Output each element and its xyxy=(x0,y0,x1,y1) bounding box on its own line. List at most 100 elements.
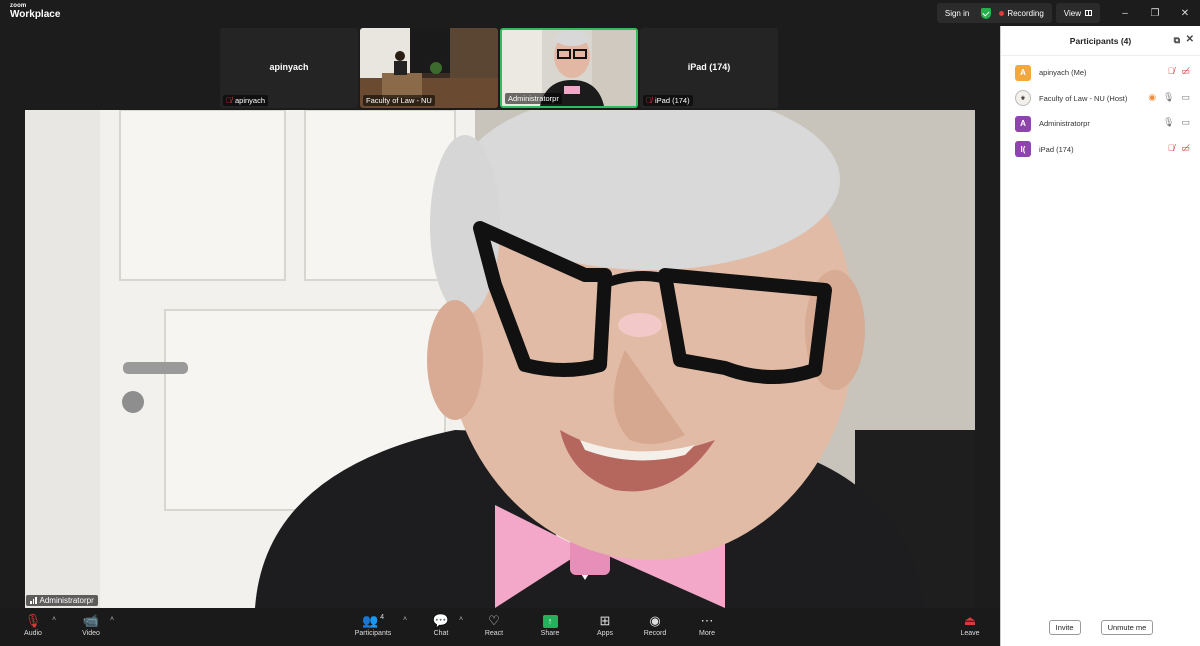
speaker-video-image xyxy=(25,110,975,608)
mic-on-icon[interactable]: 🎙 xyxy=(1163,117,1174,128)
avatar: A xyxy=(1015,64,1031,81)
more-label: More xyxy=(699,630,715,637)
participant-row[interactable]: A Administratorpr 🎙 ▭ xyxy=(1001,111,1200,137)
participant-list: A apinyach (Me) 🎙̸ ▭̸ ⚜ Faculty of Law -… xyxy=(1001,56,1200,162)
thumbnail-faculty-of-law[interactable]: Faculty of Law - NU xyxy=(360,28,498,108)
thumbnail-ipad[interactable]: iPad (174) 🎙̸ iPad (174) xyxy=(640,28,778,108)
video-on-icon[interactable]: ▭ xyxy=(1181,117,1190,128)
video-off-icon[interactable]: ▭̸ xyxy=(1181,143,1190,154)
mic-muted-icon[interactable]: 🎙̸ xyxy=(1168,143,1175,154)
participants-panel-title: Participants (4) xyxy=(1069,35,1132,46)
participants-button[interactable]: 👥 4 Participants ˄ xyxy=(348,612,407,637)
avatar: ⚜ xyxy=(1015,90,1031,107)
share-label: Share xyxy=(540,630,560,637)
chat-button[interactable]: 💬 Chat ˄ xyxy=(416,612,466,637)
participants-label: Participants xyxy=(354,630,392,637)
apps-button[interactable]: ⊞ Apps xyxy=(580,612,630,637)
audio-options-chevron-icon[interactable]: ˄ xyxy=(52,616,56,623)
participants-panel: Participants (4) ⧉ ✕ A apinyach (Me) 🎙̸ … xyxy=(1000,26,1200,646)
thumbnail-administratorpr[interactable]: Administratorpr xyxy=(500,28,638,108)
participants-options-chevron-icon[interactable]: ˄ xyxy=(403,616,407,623)
more-dots-icon: ⋯ xyxy=(700,613,714,628)
thumbnail-name: apinyach xyxy=(235,96,266,105)
participant-name: Faculty of Law - NU (Host) xyxy=(1039,93,1128,103)
participant-row[interactable]: A apinyach (Me) 🎙̸ ▭̸ xyxy=(1001,60,1200,86)
react-label: React xyxy=(484,630,504,637)
participants-panel-header: Participants (4) ⧉ ✕ xyxy=(1001,26,1200,56)
thumbnail-label: Faculty of Law - NU xyxy=(363,95,435,106)
participant-name: apinyach (Me) xyxy=(1039,68,1087,78)
participants-panel-footer: Invite Unmute me xyxy=(1001,620,1200,635)
react-button[interactable]: ♡ React xyxy=(469,612,519,637)
close-window-button[interactable]: ✕ xyxy=(1170,8,1200,19)
mic-muted-icon: 🎙̸ xyxy=(226,96,232,105)
sign-in-label: Sign in xyxy=(944,8,970,18)
avatar: A xyxy=(1015,115,1031,132)
zoom-window: zoom Workplace Sign in Recording View – … xyxy=(0,0,1200,646)
share-button[interactable]: ↑ Share xyxy=(525,612,575,637)
thumbnail-label: 🎙̸ apinyach xyxy=(223,95,269,106)
avatar: I( xyxy=(1015,141,1031,158)
leave-label: Leave xyxy=(960,630,980,637)
participant-name: Administratorpr xyxy=(1039,119,1090,129)
chat-options-chevron-icon[interactable]: ˄ xyxy=(459,616,463,623)
video-options-chevron-icon[interactable]: ˄ xyxy=(110,616,114,623)
participant-name: iPad (174) xyxy=(1039,144,1074,154)
leave-button[interactable]: ⏏ Leave xyxy=(945,612,995,637)
record-icon: ◉ xyxy=(649,613,661,628)
mic-muted-icon: 🎙 xyxy=(24,613,42,628)
view-button[interactable]: View xyxy=(1055,3,1100,23)
chat-label: Chat xyxy=(433,630,449,637)
video-button[interactable]: 📹 Video ˄ xyxy=(66,612,116,637)
thumbnail-center-name: apinyach xyxy=(269,62,309,72)
minimize-button[interactable]: – xyxy=(1110,8,1140,19)
video-off-icon[interactable]: ▭̸ xyxy=(1181,66,1190,77)
brand-bottom: Workplace xyxy=(10,9,61,20)
recording-icon: ◉ xyxy=(1148,91,1157,102)
recording-dot-icon xyxy=(999,10,1005,16)
thumbnail-center-name: iPad (174) xyxy=(687,62,731,72)
heart-icon: ♡ xyxy=(488,613,500,628)
apps-icon: ⊞ xyxy=(599,613,611,628)
invite-button[interactable]: Invite xyxy=(1048,620,1081,635)
share-arrow-icon: ↑ xyxy=(542,614,558,628)
mic-on-icon[interactable]: 🎙 xyxy=(1163,92,1174,103)
more-button[interactable]: ⋯ More xyxy=(682,612,732,637)
view-label: View xyxy=(1063,8,1081,18)
sign-in-button[interactable]: Sign in Recording xyxy=(936,3,1052,23)
thumbnail-name: Faculty of Law - NU xyxy=(366,96,432,105)
close-panel-icon[interactable]: ✕ xyxy=(1186,34,1194,45)
signal-bars-icon xyxy=(30,597,37,604)
unmute-me-button[interactable]: Unmute me xyxy=(1100,620,1154,635)
video-thumbnail-strip: apinyach 🎙̸ apinyach Faculty of Law - NU xyxy=(220,28,780,108)
restore-button[interactable]: ❐ xyxy=(1140,8,1170,19)
mic-muted-icon[interactable]: 🎙̸ xyxy=(1168,66,1175,77)
participant-row[interactable]: ⚜ Faculty of Law - NU (Host) ◉ 🎙 ▭ xyxy=(1001,86,1200,112)
active-speaker-name: Administratorpr xyxy=(39,596,94,605)
participant-row[interactable]: I( iPad (174) 🎙̸ ▭̸ xyxy=(1001,137,1200,163)
video-on-icon[interactable]: ▭ xyxy=(1181,92,1190,103)
active-speaker-video xyxy=(25,110,975,608)
video-off-icon: 📹 xyxy=(82,613,100,628)
thumbnail-label: 🎙̸ iPad (174) xyxy=(643,95,693,106)
leave-icon: ⏏ xyxy=(963,613,977,628)
thumbnail-name: iPad (174) xyxy=(655,96,690,105)
active-speaker-label: Administratorpr xyxy=(26,595,98,606)
meeting-toolbar: 🎙 Audio ˄ 📹 Video ˄ 👥 4 Participants ˄ 💬 … xyxy=(0,608,1000,646)
mic-muted-icon: 🎙̸ xyxy=(646,96,652,105)
participants-icon: 👥 4 xyxy=(361,613,385,628)
participants-count: 4 xyxy=(380,613,385,621)
zoom-logo: zoom Workplace xyxy=(10,3,60,20)
thumbnail-label: Administratorpr xyxy=(505,93,562,104)
audio-button[interactable]: 🎙 Audio ˄ xyxy=(8,612,58,637)
title-bar: zoom Workplace Sign in Recording View – … xyxy=(0,0,1200,26)
pop-out-icon[interactable]: ⧉ xyxy=(1174,35,1180,46)
record-button[interactable]: ◉ Record xyxy=(630,612,680,637)
video-label: Video xyxy=(82,630,100,637)
view-grid-icon xyxy=(1085,10,1092,16)
record-label: Record xyxy=(643,630,667,637)
encryption-shield-icon[interactable] xyxy=(981,7,992,19)
thumbnail-apinyach[interactable]: apinyach 🎙̸ apinyach xyxy=(220,28,358,108)
thumbnail-name: Administratorpr xyxy=(508,94,559,103)
apps-label: Apps xyxy=(597,630,613,637)
